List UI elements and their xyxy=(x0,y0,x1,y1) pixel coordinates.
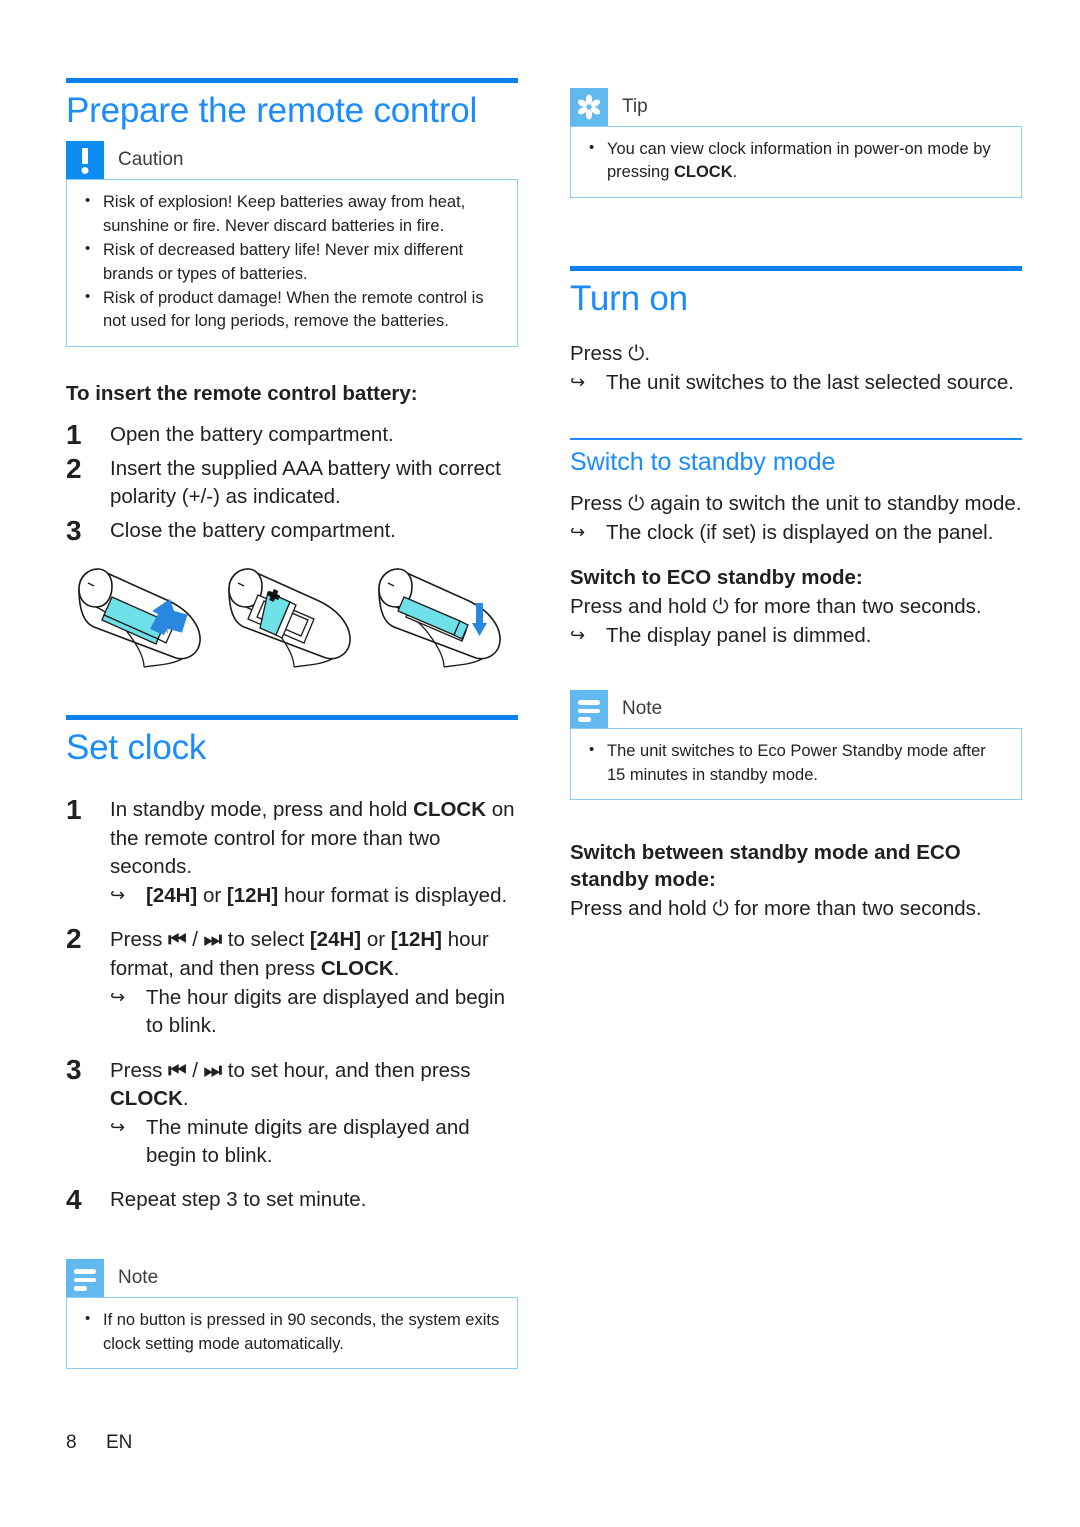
step-text: In standby mode, press and hold CLOCK on… xyxy=(110,798,515,878)
step-number: 4 xyxy=(66,1183,82,1215)
list-item: 2 Press ⏮ / ⏭ to select [24H] or [12H] h… xyxy=(66,925,518,1040)
remote-close-compartment-illustration xyxy=(378,568,501,668)
list-item: Risk of explosion! Keep batteries away f… xyxy=(77,190,503,238)
note-callout-clock: Note If no button is pressed in 90 secon… xyxy=(66,1259,518,1370)
step-number: 2 xyxy=(66,452,82,484)
standby-body: Press ⏻ again to switch the unit to stan… xyxy=(570,490,1022,515)
step-text: Press ⏮ / ⏭ to set hour, and then press … xyxy=(110,1057,471,1110)
asterisk-icon xyxy=(570,88,608,126)
subsection-title-standby: Switch to standby mode xyxy=(570,447,836,476)
section-rule xyxy=(66,715,518,721)
result-arrow-icon: ↪ xyxy=(570,521,586,543)
caution-callout: Caution Risk of explosion! Keep batterie… xyxy=(66,141,518,347)
set-clock-steps: 1 In standby mode, press and hold CLOCK … xyxy=(66,796,518,1214)
list-item: You can view clock information in power-… xyxy=(581,137,1007,185)
caution-callout-title: Caution xyxy=(118,149,184,171)
step-number: 1 xyxy=(66,794,82,826)
list-item: 3 Press ⏮ / ⏭ to set hour, and then pres… xyxy=(66,1053,518,1171)
tip-callout-title: Tip xyxy=(622,96,648,117)
list-item: If no button is pressed in 90 seconds, t… xyxy=(77,1308,503,1356)
step-result: ↪ [24H] or [12H] hour format is displaye… xyxy=(110,882,518,910)
step-number: 2 xyxy=(66,923,82,955)
section-rule xyxy=(570,265,1022,271)
turn-on-result: ↪ The unit switches to the last selected… xyxy=(570,369,1022,397)
caution-callout-body: Risk of explosion! Keep batteries away f… xyxy=(66,179,518,347)
switch-between-body: Press and hold ⏻ for more than two secon… xyxy=(570,895,982,920)
exclamation-icon xyxy=(66,141,104,180)
insert-battery-steps: 1 Open the battery compartment. 2 Insert… xyxy=(66,421,518,545)
standby-result: ↪ The clock (if set) is displayed on the… xyxy=(570,519,1022,547)
page-language: EN xyxy=(106,1432,133,1453)
remote-battery-illustrations xyxy=(66,555,518,685)
result-arrow-icon: ↪ xyxy=(570,625,586,647)
tip-callout-header: Tip xyxy=(570,88,1022,126)
list-item: 4 Repeat step 3 to set minute. xyxy=(66,1183,518,1215)
list-item: Risk of decreased battery life! Never mi… xyxy=(77,238,503,286)
note-callout-eco: Note The unit switches to Eco Power Stan… xyxy=(570,690,1022,801)
note-callout-header: Note xyxy=(570,690,1022,729)
page-title-prepare-remote-control: Prepare the remote control xyxy=(66,91,478,130)
subheading-eco-standby: Switch to ECO standby mode: xyxy=(570,566,863,590)
eco-standby-result: ↪ The display panel is dimmed. xyxy=(570,622,1022,650)
remote-open-compartment-illustration xyxy=(78,568,201,668)
left-column: Prepare the remote control Caution Risk … xyxy=(66,78,518,1370)
note-callout-body: If no button is pressed in 90 seconds, t… xyxy=(66,1297,518,1370)
note-callout-title: Note xyxy=(622,698,663,720)
list-item: 3 Close the battery compartment. xyxy=(66,514,518,546)
result-arrow-icon: ↪ xyxy=(110,885,126,907)
step-text: Open the battery compartment. xyxy=(110,423,394,447)
list-item: The unit switches to Eco Power Standby m… xyxy=(581,739,1007,787)
step-number: 3 xyxy=(66,1053,82,1085)
note-callout-title: Note xyxy=(118,1267,159,1289)
step-number: 1 xyxy=(66,419,82,451)
page-title-set-clock: Set clock xyxy=(66,728,207,768)
step-result: ↪ The minute digits are displayed and be… xyxy=(110,1114,518,1171)
step-number: 3 xyxy=(66,514,82,546)
tip-callout: Tip You can view clock information in po… xyxy=(570,88,1022,198)
page-footer: 8 EN xyxy=(66,1432,132,1454)
subheading-switch-between-standby-eco: Switch between standby mode and ECO stan… xyxy=(570,841,961,891)
list-item: 1 In standby mode, press and hold CLOCK … xyxy=(66,796,518,910)
step-text: Close the battery compartment. xyxy=(110,518,396,542)
note-callout-header: Note xyxy=(66,1259,518,1298)
tip-callout-body: You can view clock information in power-… xyxy=(570,126,1022,198)
step-text: Press ⏮ / ⏭ to select [24H] or [12H] hou… xyxy=(110,927,489,980)
result-arrow-icon: ↪ xyxy=(110,1117,126,1139)
result-arrow-icon: ↪ xyxy=(110,987,126,1009)
list-item: 1 Open the battery compartment. xyxy=(66,421,518,450)
remote-insert-battery-illustration xyxy=(228,568,351,668)
list-item: 2 Insert the supplied AAA battery with c… xyxy=(66,452,518,512)
section-rule xyxy=(66,78,518,83)
note-lines-icon xyxy=(570,690,608,729)
page-title-turn-on: Turn on xyxy=(570,278,688,318)
page-number: 8 xyxy=(66,1432,77,1453)
caution-callout-header: Caution xyxy=(66,141,518,180)
right-column: Tip You can view clock information in po… xyxy=(570,88,1022,923)
list-item: Risk of product damage! When the remote … xyxy=(77,286,503,334)
turn-on-body: Press ⏻. xyxy=(570,341,651,366)
note-lines-icon xyxy=(66,1259,104,1298)
subsection-rule xyxy=(570,437,1022,440)
step-text: Insert the supplied AAA battery with cor… xyxy=(110,456,501,509)
step-result: ↪ The hour digits are displayed and begi… xyxy=(110,984,518,1041)
step-text: Repeat step 3 to set minute. xyxy=(110,1187,367,1211)
result-arrow-icon: ↪ xyxy=(570,372,586,394)
eco-standby-body: Press and hold ⏻ for more than two secon… xyxy=(570,593,982,618)
note-callout-body: The unit switches to Eco Power Standby m… xyxy=(570,728,1022,801)
manual-page: Prepare the remote control Caution Risk … xyxy=(0,0,1080,1527)
subheading-insert-battery: To insert the remote control battery: xyxy=(66,381,418,405)
